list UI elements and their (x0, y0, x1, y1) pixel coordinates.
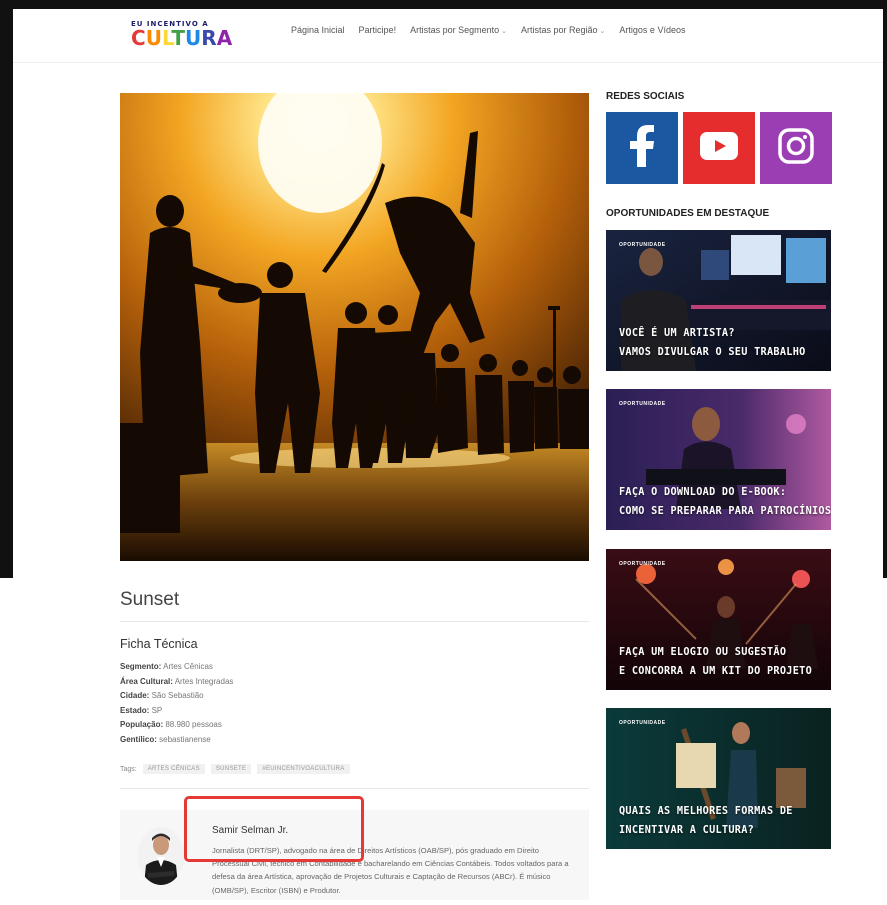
youtube-icon (700, 131, 738, 165)
ficha-row-segmento: Segmento: Artes Cênicas (120, 662, 213, 671)
opportunities-heading: OPORTUNIDADES EM DESTAQUE (606, 208, 770, 219)
instagram-icon (778, 127, 814, 169)
facebook-icon (628, 124, 656, 172)
chevron-down-icon: ⌄ (501, 28, 507, 35)
ficha-title: Ficha Técnica (120, 637, 198, 651)
frame-edge-left (0, 0, 13, 578)
opportunity-card-3[interactable]: OPORTUNIDADE FAÇA UM ELOGIO OU SUGESTÃO E… (606, 549, 831, 690)
ficha-row-area-cultural: Área Cultural: Artes Integradas (120, 676, 234, 686)
opportunity-card-2[interactable]: OPORTUNIDADE FAÇA O DOWNLOAD DO E-BOOK: C… (606, 389, 831, 530)
nav-item-artistas-regiao[interactable]: Artistas por Região ⌄ (521, 25, 605, 35)
nav-item-home[interactable]: Página Inicial (291, 25, 345, 35)
opportunity-kicker: OPORTUNIDADE (619, 401, 666, 407)
social-heading: REDES SOCIAIS (606, 91, 685, 102)
ficha-row-estado: Estado: SP (120, 705, 163, 715)
frame-edge-right (883, 0, 887, 578)
instagram-button[interactable] (760, 112, 832, 184)
nav-item-participe[interactable]: Participe! (359, 25, 397, 35)
ficha-tecnica-list: Segmento: Artes Cênicas Área Cultural: A… (120, 660, 233, 748)
ficha-row-populacao: População: 88.980 pessoas (120, 720, 222, 730)
title-divider (120, 621, 589, 622)
facebook-button[interactable] (606, 112, 678, 184)
author-avatar[interactable] (138, 827, 184, 885)
ficha-row-cidade: Cidade: São Sebastião (120, 691, 204, 701)
opportunity-kicker: OPORTUNIDADE (619, 561, 666, 567)
opportunity-title: FAÇA UM ELOGIO OU SUGESTÃO E CONCORRA A U… (619, 647, 813, 677)
opportunity-kicker: OPORTUNIDADE (619, 242, 666, 248)
opportunity-kicker: OPORTUNIDADE (619, 720, 666, 726)
highlight-box (184, 796, 364, 862)
featured-image (120, 93, 589, 561)
frame-edge-top (0, 0, 887, 9)
site-logo[interactable]: EU INCENTIVO A CULTURA (131, 20, 233, 54)
logo-wordmark: CULTURA (131, 26, 233, 50)
ficha-row-gentilico: Gentílico: sebastianense (120, 734, 211, 744)
nav-item-artistas-segmento[interactable]: Artistas por Segmento ⌄ (410, 25, 507, 35)
opportunity-card-1[interactable]: OPORTUNIDADE VOCÊ É UM ARTISTA? VAMOS DIV… (606, 230, 831, 371)
nav-item-artigos-videos[interactable]: Artigos e Vídeos (619, 25, 685, 35)
main-nav: Página Inicial Participe! Artistas por S… (291, 25, 685, 35)
tag-link[interactable]: SUNSETE (210, 764, 252, 774)
tags-label: Tags: (120, 765, 137, 773)
chevron-down-icon: ⌄ (599, 28, 606, 35)
site-header: EU INCENTIVO A CULTURA Página Inicial Pa… (13, 9, 883, 63)
opportunity-card-4[interactable]: OPORTUNIDADE QUAIS AS MELHORES FORMAS DE… (606, 708, 831, 849)
post-title: Sunset (120, 589, 180, 610)
post-tags: Tags: ARTES CÊNICAS SUNSETE #EUINCENTIVO… (120, 764, 350, 774)
tag-link[interactable]: ARTES CÊNICAS (142, 764, 205, 774)
tag-link[interactable]: #EUINCENTIVOACULTURA (257, 764, 350, 774)
youtube-button[interactable] (683, 112, 755, 184)
opportunity-title: VOCÊ É UM ARTISTA? VAMOS DIVULGAR O SEU T… (619, 328, 806, 358)
opportunity-title: QUAIS AS MELHORES FORMAS DE INCENTIVAR A … (619, 806, 793, 836)
tags-divider (120, 788, 589, 789)
opportunity-title: FAÇA O DOWNLOAD DO E-BOOK: COMO SE PREPAR… (619, 487, 831, 517)
